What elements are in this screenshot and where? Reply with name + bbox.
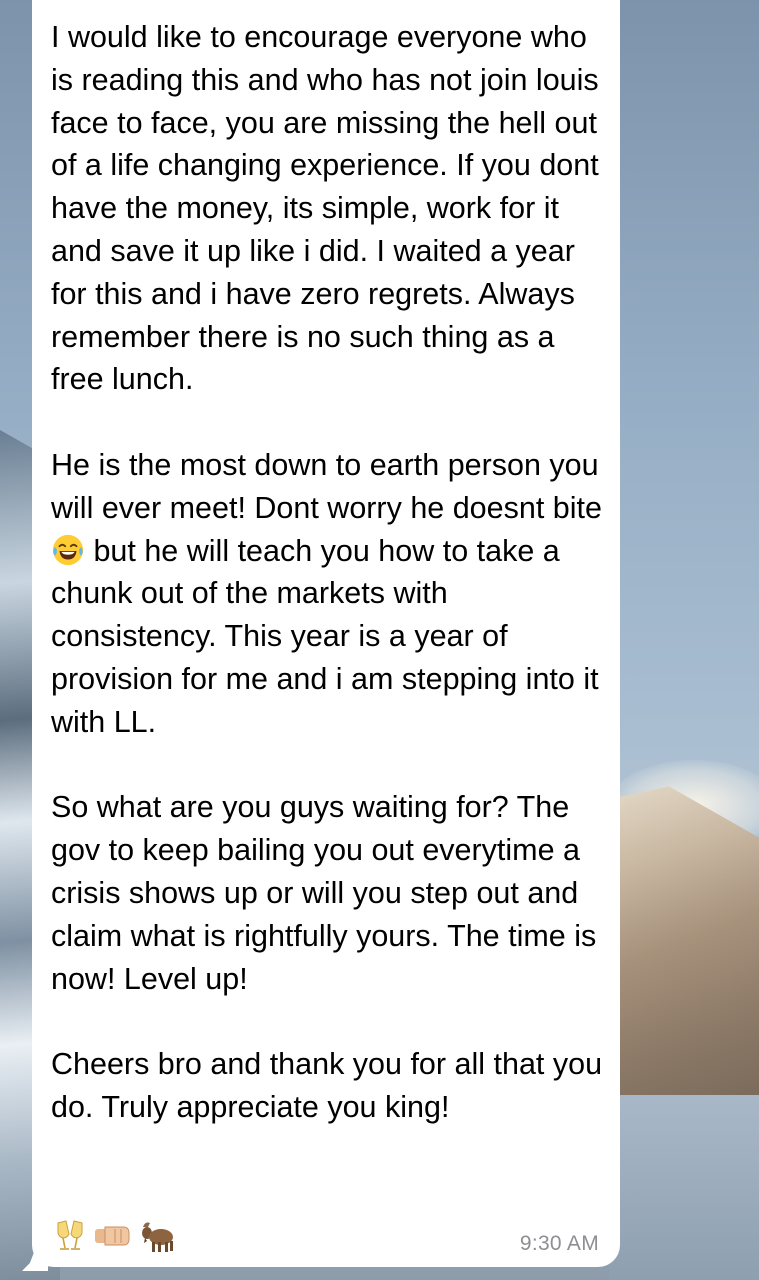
wallpaper-mountain-right bbox=[609, 786, 759, 1100]
message-timestamp: 9:30 AM bbox=[519, 1232, 599, 1255]
message-text: I would like to encourage everyone who i… bbox=[51, 16, 607, 1129]
trailing-emoji-row bbox=[51, 1216, 177, 1256]
message-text-part2: but he will teach you how to take a chun… bbox=[51, 533, 603, 1124]
goat-emoji-icon bbox=[142, 1222, 173, 1252]
laughing-tears-emoji-icon bbox=[52, 534, 84, 565]
message-text-part1: I would like to encourage everyone who i… bbox=[51, 20, 602, 525]
clinking-glasses-emoji-icon bbox=[57, 1220, 83, 1250]
fist-bump-emoji-icon bbox=[95, 1226, 130, 1246]
wallpaper-sea bbox=[609, 1095, 759, 1280]
